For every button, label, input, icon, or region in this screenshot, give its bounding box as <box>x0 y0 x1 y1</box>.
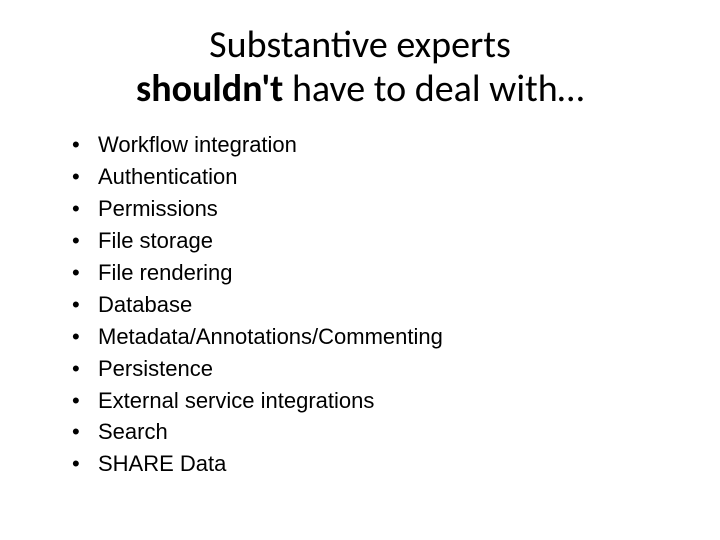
bullet-list: Workflow integration Authentication Perm… <box>48 129 672 480</box>
title-line-2-normal: have to deal with… <box>283 66 584 112</box>
list-item: File storage <box>72 225 672 257</box>
list-item: External service integrations <box>72 385 672 417</box>
title-line-1: Substantive experts <box>209 22 511 68</box>
list-item: Database <box>72 289 672 321</box>
list-item: Metadata/Annotations/Commenting <box>72 321 672 353</box>
list-item: Permissions <box>72 193 672 225</box>
title-line-2-bold: shouldn't <box>136 66 283 112</box>
slide-title: Substantive experts shouldn't have to de… <box>48 24 672 111</box>
list-item: File rendering <box>72 257 672 289</box>
list-item: Search <box>72 416 672 448</box>
list-item: SHARE Data <box>72 448 672 480</box>
list-item: Authentication <box>72 161 672 193</box>
list-item: Workflow integration <box>72 129 672 161</box>
slide: Substantive experts shouldn't have to de… <box>0 0 720 540</box>
list-item: Persistence <box>72 353 672 385</box>
